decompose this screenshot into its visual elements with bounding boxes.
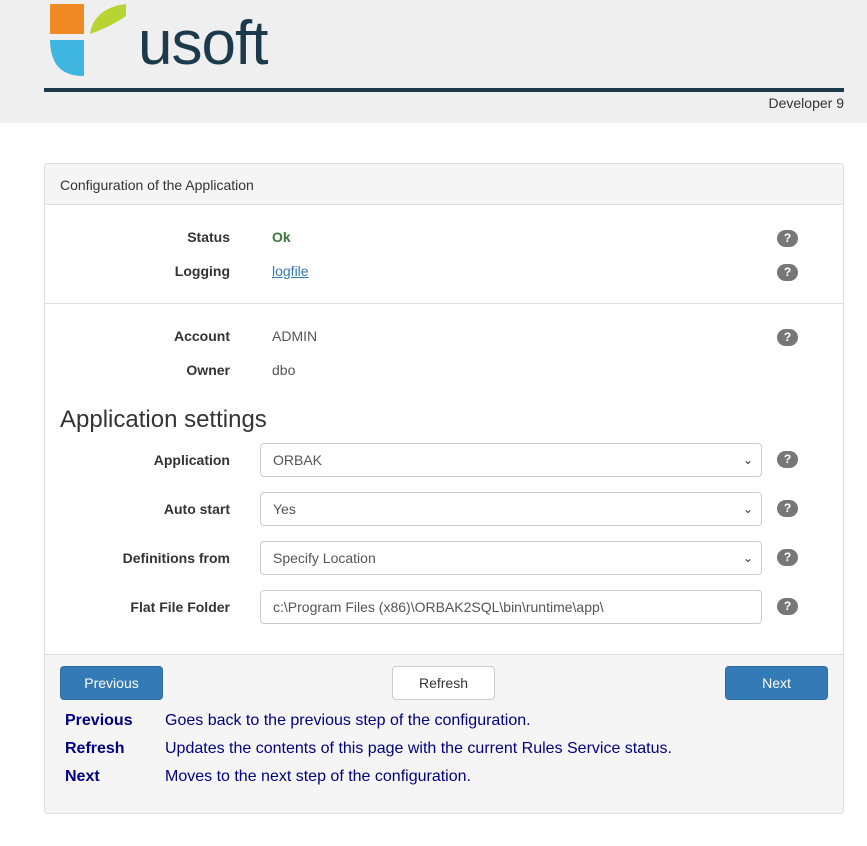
usoft-logo: usoft: [50, 4, 268, 82]
chevron-down-icon: ⌄: [742, 502, 754, 516]
logo-wordmark: usoft: [138, 9, 268, 78]
page-header: usoft Developer 9: [0, 0, 867, 123]
definitions-label: Definitions from: [122, 550, 230, 566]
application-row: Application ORBAK ⌄ ?: [45, 443, 843, 477]
next-button[interactable]: Next: [725, 666, 828, 700]
status-value: Ok: [272, 229, 291, 245]
status-help-icon[interactable]: ?: [777, 230, 798, 247]
help-item-previous: Previous Goes back to the previous step …: [45, 712, 843, 734]
help-term: Refresh: [65, 740, 125, 757]
application-help-icon[interactable]: ?: [777, 451, 798, 468]
panel-footer: Previous Refresh Next Previous Goes back…: [45, 654, 843, 813]
logo-mark-icon: [50, 4, 126, 76]
account-value: ADMIN: [272, 328, 318, 344]
flat-file-label: Flat File Folder: [130, 599, 230, 615]
application-settings-heading: Application settings: [60, 406, 267, 433]
account-label: Account: [174, 328, 230, 344]
account-row: Account ADMIN ?: [45, 328, 843, 362]
flat-file-help-icon[interactable]: ?: [777, 598, 798, 615]
help-description: Goes back to the previous step of the co…: [165, 712, 531, 729]
application-select[interactable]: ORBAK ⌄: [260, 443, 762, 477]
chevron-down-icon: ⌄: [742, 551, 754, 565]
help-term: Previous: [65, 712, 133, 729]
help-item-next: Next Moves to the next step of the confi…: [45, 768, 843, 790]
help-description: Moves to the next step of the configurat…: [165, 768, 471, 785]
flat-file-row: Flat File Folder c:\Program Files (x86)\…: [45, 590, 843, 624]
auto-start-select-value: Yes: [273, 501, 296, 517]
configuration-panel: Configuration of the Application Status …: [44, 163, 844, 814]
definitions-select-value: Specify Location: [273, 550, 376, 566]
previous-button[interactable]: Previous: [60, 666, 163, 700]
logfile-link[interactable]: logfile: [272, 263, 309, 279]
auto-start-label: Auto start: [163, 501, 230, 517]
auto-start-select[interactable]: Yes ⌄: [260, 492, 762, 526]
owner-row: Owner dbo: [45, 362, 843, 396]
application-label: Application: [153, 452, 230, 468]
help-item-refresh: Refresh Updates the contents of this pag…: [45, 740, 843, 762]
logging-help-icon[interactable]: ?: [777, 264, 798, 281]
chevron-down-icon: ⌄: [742, 453, 754, 467]
help-description: Updates the contents of this page with t…: [165, 740, 672, 757]
definitions-help-icon[interactable]: ?: [777, 549, 798, 566]
owner-value: dbo: [272, 362, 296, 378]
application-select-value: ORBAK: [273, 452, 323, 468]
version-label: Developer 9: [768, 95, 845, 111]
flat-file-folder-input[interactable]: c:\Program Files (x86)\ORBAK2SQL\bin\run…: [260, 590, 762, 624]
status-row: Status Ok ?: [45, 229, 843, 263]
owner-label: Owner: [186, 362, 230, 378]
definitions-row: Definitions from Specify Location ⌄ ?: [45, 541, 843, 575]
logging-row: Logging logfile ?: [45, 263, 843, 297]
section-divider: [45, 303, 843, 304]
help-term: Next: [65, 768, 100, 785]
account-help-icon[interactable]: ?: [777, 329, 798, 346]
status-label: Status: [187, 229, 230, 245]
panel-title: Configuration of the Application: [45, 164, 843, 205]
refresh-button[interactable]: Refresh: [392, 666, 495, 700]
auto-start-help-icon[interactable]: ?: [777, 500, 798, 517]
logging-label: Logging: [174, 263, 230, 279]
definitions-select[interactable]: Specify Location ⌄: [260, 541, 762, 575]
auto-start-row: Auto start Yes ⌄ ?: [45, 492, 843, 526]
header-divider: [44, 88, 844, 92]
flat-file-folder-value: c:\Program Files (x86)\ORBAK2SQL\bin\run…: [273, 599, 604, 615]
